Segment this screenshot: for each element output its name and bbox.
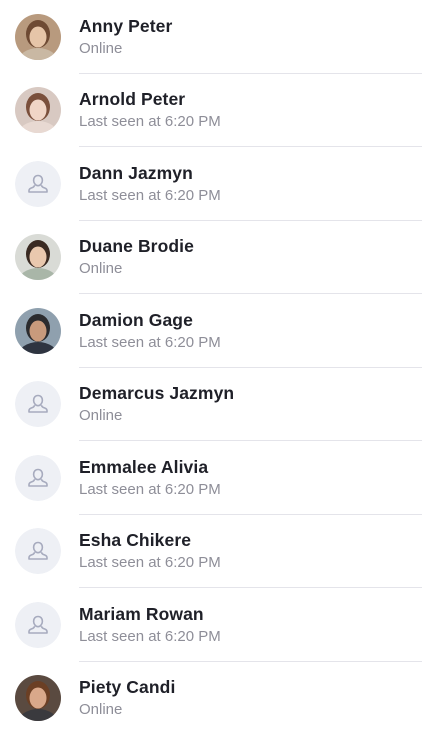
avatar[interactable] bbox=[15, 87, 61, 134]
contact-name: Mariam Rowan bbox=[79, 603, 204, 624]
contact-text: Piety Candi Online bbox=[79, 676, 422, 720]
contact-text: Duane Brodie Online bbox=[79, 235, 422, 279]
contact-name: Duane Brodie bbox=[79, 236, 194, 257]
contact-text: Demarcus Jazmyn Online bbox=[79, 382, 422, 426]
contact-name: Damion Gage bbox=[79, 309, 193, 330]
contact-row[interactable]: Arnold Peter Last seen at 6:20 PM bbox=[0, 74, 422, 147]
contact-row[interactable]: Demarcus Jazmyn Online bbox=[0, 368, 422, 441]
contact-name: Emmalee Alivia bbox=[79, 456, 209, 477]
avatar[interactable] bbox=[15, 307, 61, 354]
contact-list: Anny Peter Online Arnold Peter Last seen at… bbox=[0, 0, 422, 746]
avatar[interactable] bbox=[15, 13, 61, 60]
contact-name: Anny Peter bbox=[79, 15, 173, 36]
contact-status: Last seen at 6:20 PM bbox=[79, 554, 221, 572]
contact-status: Online bbox=[79, 407, 123, 425]
contact-text: Anny Peter Online bbox=[79, 15, 422, 59]
contact-name: Arnold Peter bbox=[79, 89, 186, 110]
contact-row[interactable]: Dann Jazmyn Last seen at 6:20 PM bbox=[0, 147, 422, 221]
contact-row[interactable]: Esha Chikere Last seen at 6:20 PM bbox=[0, 515, 422, 588]
contact-name: Demarcus Jazmyn bbox=[79, 383, 235, 404]
contact-status: Last seen at 6:20 PM bbox=[79, 480, 221, 498]
contact-row[interactable]: Piety Candi Online bbox=[0, 662, 422, 736]
avatar-placeholder[interactable] bbox=[15, 454, 61, 501]
contact-row[interactable]: Anny Peter Online bbox=[0, 0, 422, 74]
contact-name: Dann Jazmyn bbox=[79, 162, 193, 183]
contact-text: Mariam Rowan Last seen at 6:20 PM bbox=[79, 603, 422, 647]
contact-text: Dann Jazmyn Last seen at 6:20 PM bbox=[79, 162, 422, 206]
contact-text: Damion Gage Last seen at 6:20 PM bbox=[79, 309, 422, 353]
contact-status: Last seen at 6:20 PM bbox=[79, 186, 221, 204]
avatar[interactable] bbox=[15, 234, 61, 281]
contact-row[interactable]: Emmalee Alivia Last seen at 6:20 PM bbox=[0, 441, 422, 515]
contact-status: Online bbox=[79, 701, 123, 719]
contact-name: Esha Chikere bbox=[79, 530, 192, 551]
avatar-placeholder[interactable] bbox=[15, 160, 61, 207]
contact-row[interactable]: Damion Gage Last seen at 6:20 PM bbox=[0, 294, 422, 368]
contact-status: Last seen at 6:20 PM bbox=[79, 333, 221, 351]
contact-row[interactable]: Duane Brodie Online bbox=[0, 221, 422, 294]
avatar-placeholder[interactable] bbox=[15, 601, 61, 648]
contact-text: Esha Chikere Last seen at 6:20 PM bbox=[79, 529, 422, 573]
avatar[interactable] bbox=[15, 675, 61, 722]
contact-status: Online bbox=[79, 39, 123, 57]
contact-name: Piety Candi bbox=[79, 677, 176, 698]
avatar-placeholder[interactable] bbox=[15, 528, 61, 575]
contact-status: Online bbox=[79, 260, 123, 278]
contact-text: Arnold Peter Last seen at 6:20 PM bbox=[79, 88, 422, 132]
contact-row[interactable]: Mariam Rowan Last seen at 6:20 PM bbox=[0, 588, 422, 662]
avatar-placeholder[interactable] bbox=[15, 381, 61, 428]
contact-status: Last seen at 6:20 PM bbox=[79, 113, 221, 131]
contact-text: Emmalee Alivia Last seen at 6:20 PM bbox=[79, 456, 422, 500]
contact-status: Last seen at 6:20 PM bbox=[79, 627, 221, 645]
